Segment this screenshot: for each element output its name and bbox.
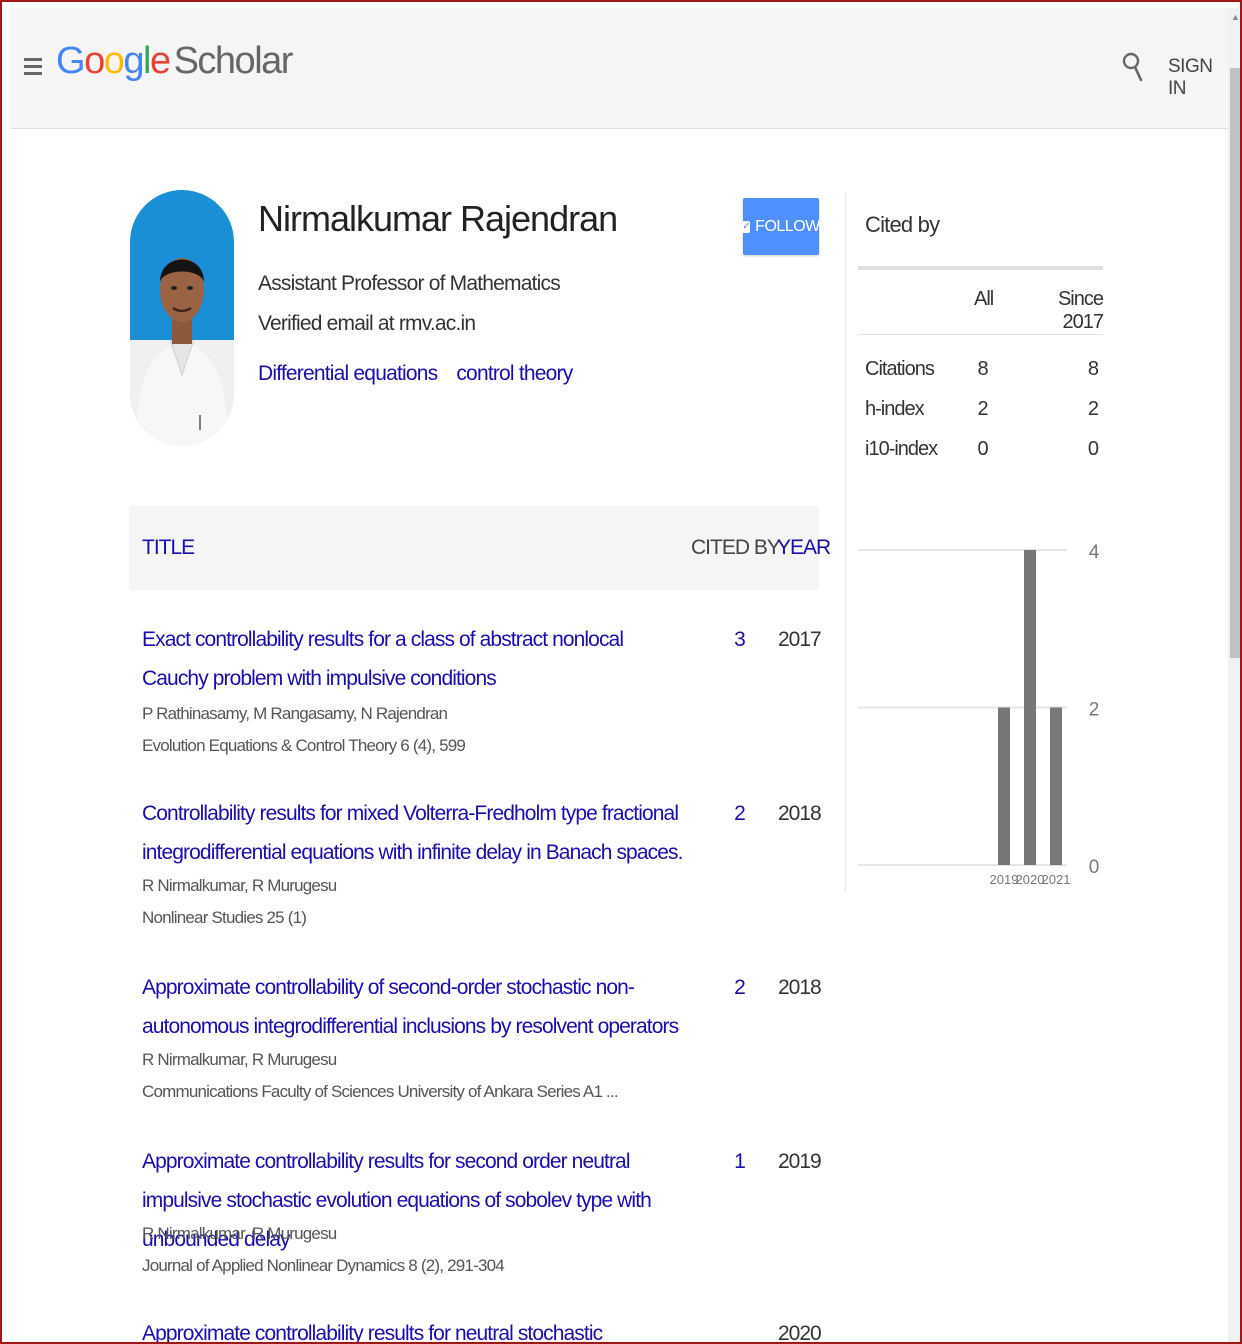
- sort-by-cited-header[interactable]: CITED BY: [691, 536, 781, 560]
- stat-since-value: 2: [1087, 398, 1099, 420]
- article-venue: Communications Faculty of Sciences Unive…: [142, 1082, 619, 1101]
- article-title-link[interactable]: Approximate controllability results for …: [142, 1314, 682, 1342]
- article-venue: Evolution Equations & Control Theory 6 (…: [142, 736, 466, 755]
- article-year: 2019: [778, 1150, 822, 1173]
- profile-affiliation: Assistant Professor of Mathematics: [258, 272, 561, 295]
- profile-name: Nirmalkumar Rajendran: [258, 198, 618, 239]
- article-year: 2017: [778, 628, 822, 651]
- article-authors: R Nirmalkumar, R Murugesu: [142, 876, 337, 895]
- scrollbar-thumb[interactable]: [1230, 68, 1240, 658]
- chart-x-tick-label: 2019: [990, 872, 1019, 887]
- top-app-bar: Google Scholar SIGN IN: [10, 8, 1228, 129]
- article-title-link[interactable]: Controllability results for mixed Volter…: [142, 794, 687, 872]
- stat-all-value: 8: [977, 358, 989, 380]
- stats-header-row: All Since 2017: [858, 266, 1104, 335]
- citation-stats-table: All Since 2017 Citations 8 8 h-index 2 2…: [858, 266, 1104, 460]
- article-title-link[interactable]: Exact controllability results for a clas…: [142, 620, 682, 698]
- stats-row-i10-index: i10-index 0 0: [858, 438, 1103, 478]
- follow-button-label: FOLLOW: [755, 217, 820, 235]
- article-year: 2018: [778, 976, 822, 999]
- citations-per-year-chart: 0 2 4 201920202021: [858, 542, 1100, 887]
- profile-verified-email: Verified email at rmv.ac.in: [258, 312, 476, 335]
- article-venue: Nonlinear Studies 25 (1): [142, 908, 307, 927]
- hamburger-menu-icon[interactable]: [24, 58, 42, 79]
- stats-row-h-index: h-index 2 2: [858, 398, 1103, 438]
- articles-table-header: TITLE CITED BY YEAR: [129, 506, 831, 590]
- stat-since-value: 8: [1087, 358, 1099, 380]
- stats-row-citations: Citations 8 8: [858, 358, 1103, 398]
- sort-by-title-header[interactable]: TITLE: [142, 536, 195, 560]
- stat-since-value: 0: [1087, 438, 1099, 460]
- sign-in-link[interactable]: SIGN IN: [1168, 56, 1228, 100]
- article-title-link[interactable]: Approximate controllability of second-or…: [142, 968, 682, 1046]
- stat-all-value: 2: [977, 398, 989, 420]
- sort-by-year-header[interactable]: YEAR: [777, 536, 831, 560]
- scroll-up-arrow-icon[interactable]: ▲: [1231, 12, 1240, 22]
- profile-photo: [130, 190, 234, 446]
- stats-col-since: Since 2017: [1057, 288, 1104, 333]
- article-authors: P Rathinasamy, M Rangasamy, N Rajendran: [142, 704, 448, 723]
- profile-interests: Differential equations control theory: [258, 362, 586, 386]
- article-cited-by-link[interactable]: 2: [728, 968, 752, 1007]
- article-authors: R Nirmalkumar, R Murugesu: [142, 1224, 337, 1243]
- chart-y-tick-label: 0: [1089, 857, 1100, 878]
- article-cited-by-link[interactable]: 1: [728, 1142, 752, 1181]
- stats-col-all: All: [974, 288, 994, 310]
- stat-label[interactable]: Citations: [865, 358, 935, 381]
- stat-label[interactable]: i10-index: [865, 438, 938, 461]
- column-divider: [845, 192, 846, 892]
- article-cited-by-link[interactable]: 3: [728, 620, 752, 659]
- chart-bar-2020[interactable]: [1024, 550, 1036, 865]
- stat-all-value: 0: [977, 438, 989, 460]
- article-cited-by-link[interactable]: 2: [728, 794, 752, 833]
- google-scholar-logo[interactable]: Google Scholar: [56, 40, 293, 83]
- chart-y-tick-label: 4: [1089, 542, 1100, 563]
- chart-bar-2019[interactable]: [998, 707, 1010, 866]
- checkbox-mail-icon: ✓: [742, 220, 751, 233]
- interest-link-differential-equations[interactable]: Differential equations: [258, 362, 438, 385]
- search-icon[interactable]: [1122, 50, 1144, 89]
- article-year: 2018: [778, 802, 822, 825]
- interest-link-control-theory[interactable]: control theory: [456, 362, 573, 385]
- page-frame: Google Scholar SIGN IN ▲ Nirmalkumar Raj…: [0, 0, 1242, 1344]
- cited-by-heading: Cited by: [865, 212, 940, 237]
- chart-x-tick-label: 2021: [1042, 872, 1071, 887]
- stat-label[interactable]: h-index: [865, 398, 925, 421]
- article-authors: R Nirmalkumar, R Murugesu: [142, 1050, 337, 1069]
- article-venue: Journal of Applied Nonlinear Dynamics 8 …: [142, 1256, 505, 1275]
- vertical-scrollbar[interactable]: ▲: [1228, 8, 1240, 1342]
- chart-y-tick-label: 2: [1089, 700, 1100, 721]
- chart-bar-2021[interactable]: [1050, 707, 1062, 866]
- article-year: 2020: [778, 1322, 822, 1344]
- chart-x-tick-label: 2020: [1016, 872, 1045, 887]
- follow-button[interactable]: ✓ FOLLOW: [742, 198, 820, 255]
